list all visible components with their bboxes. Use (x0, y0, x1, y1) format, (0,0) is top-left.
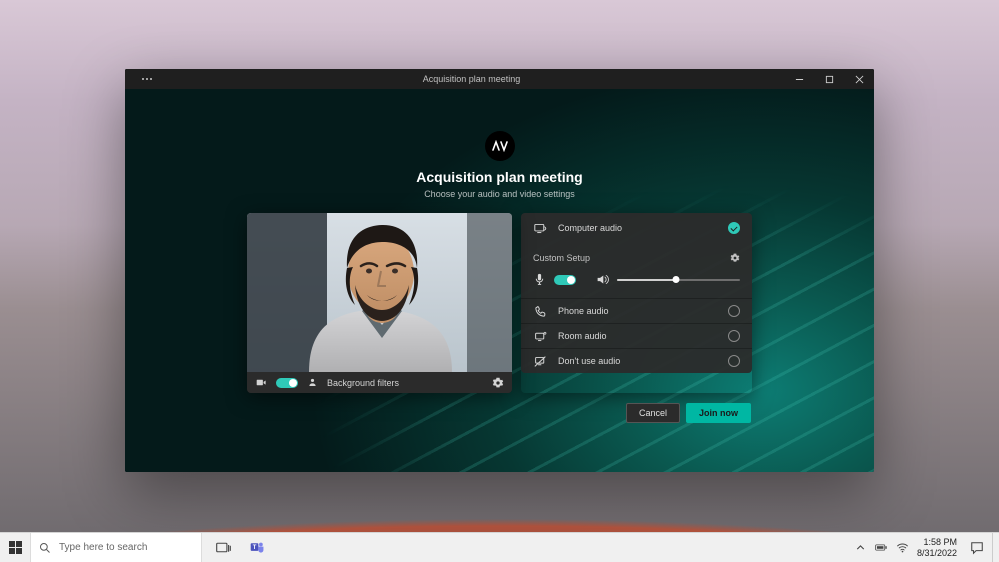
maximize-button[interactable] (814, 69, 844, 89)
audio-options-panel: Computer audio Custom Setup (521, 213, 752, 393)
minimize-button[interactable] (784, 69, 814, 89)
microphone-icon (533, 273, 546, 286)
no-audio-icon (533, 354, 548, 369)
show-desktop-button[interactable] (992, 533, 997, 562)
computer-audio-label: Computer audio (558, 223, 718, 233)
meeting-logo (485, 131, 515, 161)
desktop-wallpaper: Acquisition plan meeting Acquisition pla… (0, 0, 999, 562)
phone-icon (533, 304, 548, 319)
meeting-title: Acquisition plan meeting (125, 169, 874, 185)
start-button[interactable] (0, 533, 30, 562)
taskbar-search[interactable]: Type here to search (30, 533, 202, 562)
title-bar: Acquisition plan meeting (125, 69, 874, 89)
teams-prejoin-window: Acquisition plan meeting Acquisition pla… (125, 69, 874, 472)
computer-audio-radio[interactable] (728, 222, 740, 234)
taskbar-teams-icon[interactable]: T (242, 533, 272, 562)
speaker-icon (596, 273, 609, 286)
battery-icon[interactable] (875, 541, 888, 554)
meeting-subtitle: Choose your audio and video settings (125, 189, 874, 199)
wifi-icon[interactable] (896, 541, 909, 554)
room-audio-radio[interactable] (728, 330, 740, 342)
room-audio-icon (533, 329, 548, 344)
volume-slider[interactable] (617, 275, 740, 285)
svg-text:T: T (252, 545, 256, 551)
background-filters-button[interactable]: Background filters (327, 378, 484, 388)
microphone-toggle[interactable] (554, 275, 576, 285)
camera-icon (255, 376, 268, 389)
computer-audio-option[interactable]: Computer audio (521, 213, 752, 243)
search-icon (39, 542, 51, 554)
camera-toggle[interactable] (276, 378, 298, 388)
taskbar-clock[interactable]: 1:58 PM 8/31/2022 (917, 537, 957, 559)
no-audio-radio[interactable] (728, 355, 740, 367)
phone-audio-option[interactable]: Phone audio (521, 298, 752, 323)
close-button[interactable] (844, 69, 874, 89)
search-placeholder: Type here to search (59, 542, 147, 553)
computer-audio-icon (533, 221, 548, 236)
windows-taskbar: Type here to search T 1:58 PM 8/31/2022 (0, 532, 999, 562)
room-audio-option[interactable]: Room audio (521, 323, 752, 348)
room-audio-label: Room audio (558, 331, 718, 341)
no-audio-option[interactable]: Don't use audio (521, 348, 752, 373)
phone-audio-label: Phone audio (558, 306, 718, 316)
video-settings-button[interactable] (492, 377, 504, 389)
tray-overflow-button[interactable] (854, 541, 867, 554)
cancel-button[interactable]: Cancel (626, 403, 680, 423)
video-preview-panel: Background filters (247, 213, 512, 393)
more-menu-button[interactable] (135, 78, 159, 80)
person-background-icon (306, 376, 319, 389)
video-preview (247, 213, 512, 372)
no-audio-label: Don't use audio (558, 356, 718, 366)
join-now-button[interactable]: Join now (686, 403, 751, 423)
audio-setup-section: Custom Setup (521, 243, 752, 298)
window-title: Acquisition plan meeting (159, 74, 784, 84)
audio-settings-button[interactable] (730, 253, 740, 263)
task-view-button[interactable] (208, 533, 238, 562)
action-center-button[interactable] (962, 533, 992, 562)
custom-setup-label: Custom Setup (533, 253, 590, 263)
clock-date: 8/31/2022 (917, 548, 957, 559)
clock-time: 1:58 PM (917, 537, 957, 548)
phone-audio-radio[interactable] (728, 305, 740, 317)
